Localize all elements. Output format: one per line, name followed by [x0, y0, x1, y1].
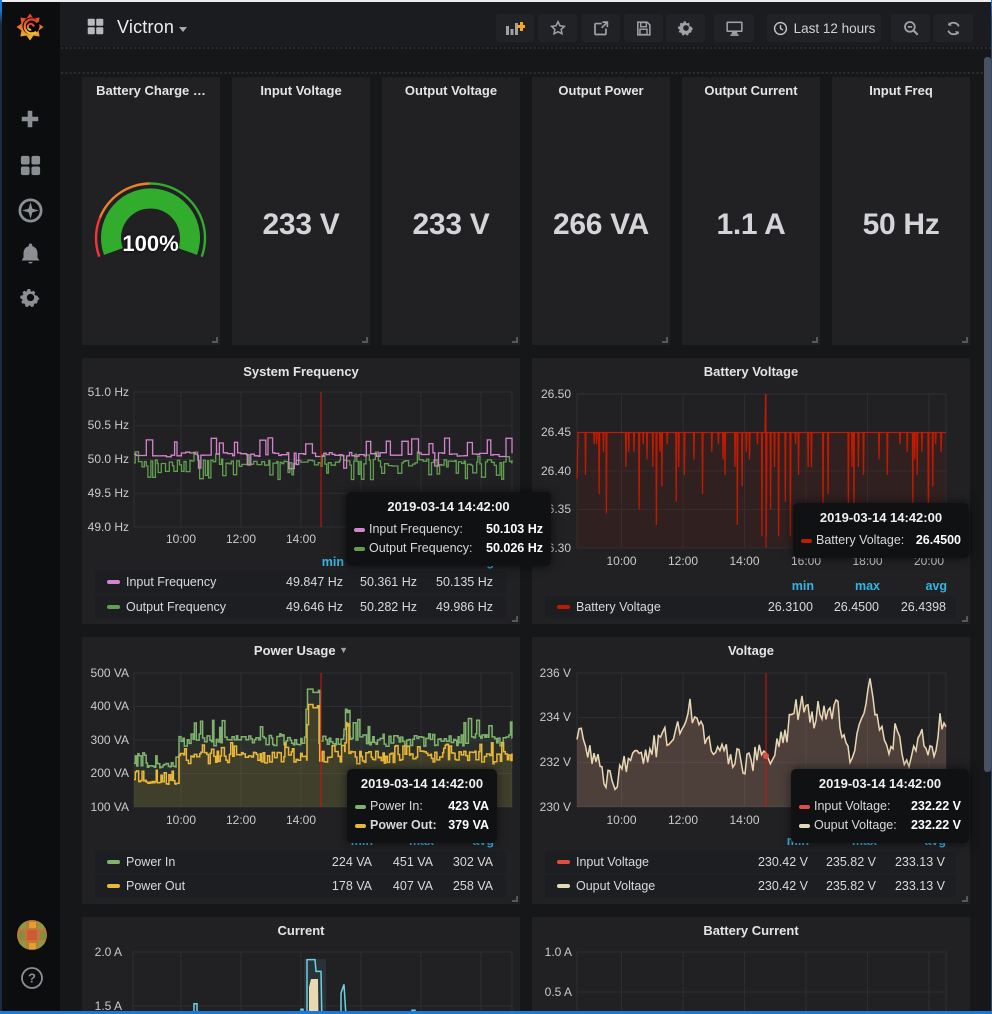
svg-text:?: ?	[28, 971, 36, 986]
svg-text:100%: 100%	[122, 231, 178, 256]
